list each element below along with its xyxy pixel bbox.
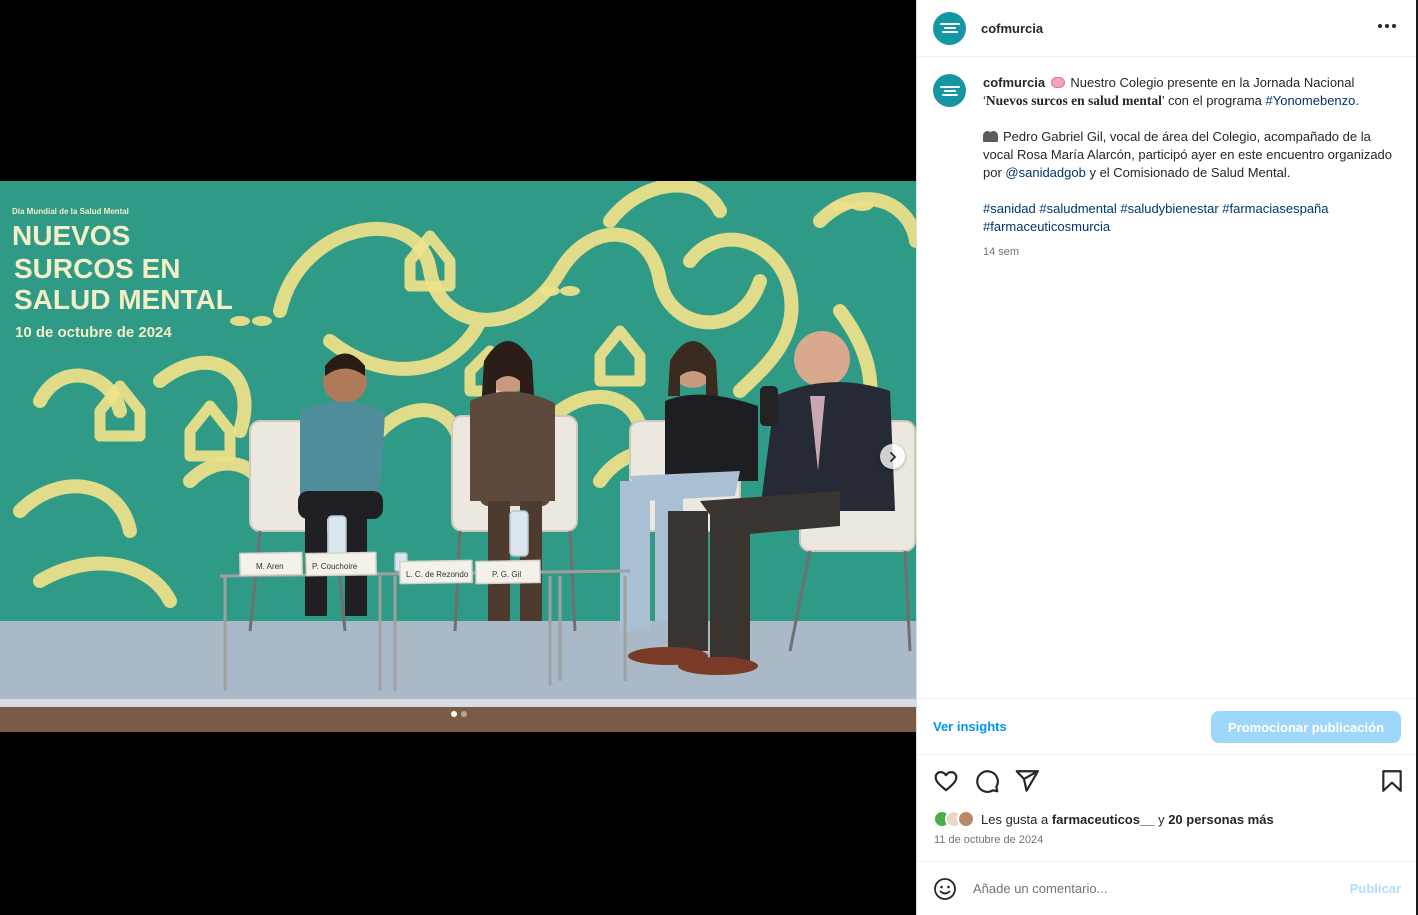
hashtag-link[interactable]: #farmaceuticosmurcia: [983, 219, 1110, 234]
nameplate-3: L. C. de Rezondo: [406, 570, 469, 579]
post-side-panel: cofmurcia cofmurcia Nuestro Colegio pres…: [916, 0, 1417, 915]
carousel-dot-2: [461, 711, 467, 717]
post-photo: Día Mundial de la Salud Mental NUEVOS SU…: [0, 181, 916, 732]
share-icon[interactable]: [1014, 768, 1040, 794]
caption-period: .: [1355, 93, 1360, 108]
likes-middle: y: [1154, 811, 1169, 827]
comment-icon[interactable]: [974, 768, 1000, 794]
hashtag-link[interactable]: #Yonomebenzo: [1266, 93, 1356, 108]
carousel-dots: [451, 711, 467, 717]
caption-para2-end: y el Comisionado de Salud Mental.: [1085, 165, 1291, 180]
logo-icon: [939, 21, 960, 35]
caption-timestamp[interactable]: 14 sem: [983, 243, 1393, 261]
nameplate-2: P. Couchoire: [312, 562, 358, 571]
banner-small-text: Día Mundial de la Salud Mental: [12, 207, 129, 216]
logo-icon: [939, 84, 960, 98]
post-header: cofmurcia: [917, 0, 1416, 57]
caption-after-event: ’ con el programa: [1161, 93, 1262, 108]
nameplate-1: M. Aren: [256, 562, 284, 571]
post-date[interactable]: 11 de octubre de 2024: [934, 834, 1043, 846]
likes-summary: Les gusta a farmaceuticos__ y 20 persona…: [933, 810, 1274, 828]
banner-title-line1: NUEVOS: [12, 220, 130, 251]
insights-bar: Ver insights Promocionar publicación: [917, 698, 1417, 755]
banner-title-line3: SALUD MENTAL: [14, 284, 233, 315]
caption-line1: Nuestro Colegio presente en la Jornada N…: [1070, 75, 1355, 90]
caption-event-name: Nuevos surcos en salud mental: [985, 93, 1162, 108]
hashtag-link[interactable]: #farmaciasespaña: [1222, 201, 1328, 216]
liked-by-user[interactable]: farmaceuticos__: [1052, 812, 1155, 827]
banner-date: 10 de octubre de 2024: [15, 324, 172, 341]
nameplate-4: P. G. Gil: [492, 570, 521, 579]
avatar[interactable]: [957, 810, 975, 828]
hashtag-link[interactable]: #saludybienestar: [1120, 201, 1218, 216]
carousel-dot-1: [451, 711, 457, 717]
comment-input[interactable]: [973, 881, 1333, 896]
caption-text: cofmurcia Nuestro Colegio presente en la…: [983, 74, 1393, 261]
action-bar: [933, 768, 1403, 796]
header-username[interactable]: cofmurcia: [981, 21, 1043, 36]
publish-comment-button[interactable]: Publicar: [1350, 881, 1401, 896]
comment-box: Publicar: [917, 861, 1417, 915]
media-viewer: Día Mundial de la Salud Mental NUEVOS SU…: [0, 0, 916, 915]
likes-prefix: Les gusta a: [981, 811, 1052, 827]
likes-others-count[interactable]: 20 personas más: [1168, 812, 1274, 827]
promote-post-button[interactable]: Promocionar publicación: [1211, 711, 1401, 743]
carousel-next-button[interactable]: [880, 444, 905, 469]
brain-emoji-icon: [1050, 77, 1065, 88]
bookmark-icon[interactable]: [1379, 768, 1405, 794]
hashtag-link[interactable]: #saludmental: [1039, 201, 1116, 216]
view-insights-link[interactable]: Ver insights: [933, 719, 1007, 734]
banner-title-line2: SURCOS EN: [14, 253, 180, 284]
chevron-right-icon: [889, 451, 896, 462]
hashtag-list: #sanidad #saludmental #saludybienestar #…: [983, 200, 1393, 236]
heart-icon[interactable]: [933, 768, 959, 794]
hashtag-link[interactable]: #sanidad: [983, 201, 1036, 216]
caption-username[interactable]: cofmurcia: [983, 75, 1045, 90]
more-options-icon[interactable]: [1378, 20, 1396, 32]
caption: cofmurcia Nuestro Colegio presente en la…: [933, 74, 1403, 261]
avatar[interactable]: [933, 11, 966, 45]
people-emoji-icon: [983, 130, 999, 142]
emoji-icon[interactable]: [933, 877, 957, 901]
caption-avatar[interactable]: [933, 74, 966, 107]
mention-link[interactable]: @sanidadgob: [1005, 165, 1085, 180]
